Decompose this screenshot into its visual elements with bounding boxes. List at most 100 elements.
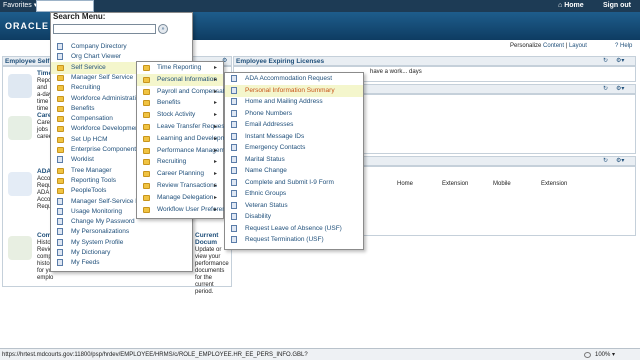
menu-item-label: My Feeds — [71, 259, 100, 267]
personal-info-item-emergency-contacts[interactable]: Emergency Contacts — [225, 142, 363, 154]
self-service-item-manage-delegation[interactable]: Manage Delegation ▸ — [137, 192, 223, 204]
folder-icon — [143, 88, 150, 95]
personalize-links: Personalize Content | Layout — [510, 43, 587, 49]
submenu-arrow-icon: ▸ — [214, 112, 218, 119]
personal-info-item-ada-accommodation-request[interactable]: ADA Accommodation Request — [225, 73, 363, 85]
personalize-layout-link[interactable]: Layout — [569, 43, 587, 49]
personal-info-item-instant-message-ids[interactable]: Instant Message IDs — [225, 131, 363, 143]
self-service-item-review-transactions[interactable]: Review Transactions ▸ — [137, 180, 223, 192]
folder-icon — [143, 159, 150, 166]
folder-icon — [143, 112, 150, 119]
pagelet-options-icon[interactable]: ⚙▾ — [616, 57, 624, 64]
folder-icon — [57, 95, 64, 102]
menu-item-label: Email Addresses — [245, 121, 294, 128]
personal-info-item-personal-information-summary[interactable]: Personal Information Summary — [225, 84, 363, 97]
favorites-menu[interactable]: Favorites ▾ — [3, 0, 37, 12]
personal-info-item-name-change[interactable]: Name Change — [225, 165, 363, 177]
pagelet-options-icon[interactable]: ⚙▾ — [616, 85, 624, 92]
table-header-extension-2: Extension — [541, 181, 568, 187]
self-service-item-stock-activity[interactable]: Stock Activity ▸ — [137, 109, 223, 121]
personal-info-item-disability[interactable]: Disability — [225, 211, 363, 223]
self-service-item-leave-transfer-requests[interactable]: Leave Transfer Requests ▸ — [137, 121, 230, 133]
document-icon — [231, 167, 237, 174]
menu-item-label: Home and Mailing Address — [245, 98, 323, 105]
zoom-icon[interactable] — [584, 352, 591, 358]
document-icon — [231, 121, 237, 128]
menu-item-label: Personal Information Summary — [245, 86, 335, 94]
personal-info-item-ethnic-groups[interactable]: Ethnic Groups — [225, 188, 363, 200]
folder-icon — [57, 64, 64, 71]
submenu-arrow-icon: ▸ — [214, 147, 218, 154]
submenu-arrow-icon: ▸ — [214, 76, 218, 83]
submenu-arrow-icon: ▸ — [214, 124, 218, 130]
career-icon — [8, 116, 32, 140]
submenu-arrow-icon: ▸ — [214, 100, 218, 107]
document-icon — [231, 109, 237, 117]
zoom-level[interactable]: 100% ▾ — [595, 349, 615, 360]
document-icon — [57, 207, 63, 215]
self-service-item-learning-and-development[interactable]: Learning and Development ▸ — [137, 133, 235, 145]
self-service-item-performance-management[interactable]: Performance Management ▸ — [137, 145, 234, 157]
ada-link[interactable]: ADA — [37, 168, 51, 175]
pagelet-title-expiring-licenses: Employee Expiring Licenses — [233, 56, 636, 66]
home-icon: ⌂ — [558, 2, 563, 9]
self-service-item-payroll-and-compensation[interactable]: Payroll and Compensation ▸ — [137, 86, 233, 98]
personalize-content-link[interactable]: Content — [543, 43, 564, 49]
search-menu-input[interactable] — [53, 24, 156, 34]
menu-item-label: Name Change — [245, 167, 287, 174]
personal-info-item-email-addresses[interactable]: Email Addresses — [225, 119, 363, 131]
document-icon — [231, 155, 237, 163]
menu-item-label: Phone Numbers — [245, 109, 292, 117]
folder-icon — [143, 100, 150, 107]
self-service-item-benefits[interactable]: Benefits ▸ — [137, 97, 223, 109]
refresh-icon[interactable]: ↻ — [603, 157, 608, 164]
home-link[interactable]: ⌂ Home — [558, 0, 584, 12]
table-header-home: Home — [397, 181, 414, 187]
personal-info-item-request-leave-of-absence-usf[interactable]: Request Leave of Absence (USF) — [225, 223, 363, 235]
document-icon — [231, 98, 237, 105]
menu-item-label: ADA Accommodation Request — [245, 75, 333, 82]
folder-icon — [143, 135, 150, 142]
menu-item-label: Request Termination (USF) — [245, 236, 324, 243]
refresh-icon[interactable]: ↻ — [603, 85, 608, 92]
personal-info-item-complete-and-submit-i-9-form[interactable]: Complete and Submit I-9 Form — [225, 177, 363, 189]
self-service-item-workflow-user-preferences[interactable]: Workflow User Preferences ▸ — [137, 204, 236, 216]
menu-item-label: Review Transactions — [157, 182, 217, 189]
self-service-item-personal-information[interactable]: Personal Information ▸ — [137, 73, 223, 86]
submenu-arrow-icon: ▸ — [214, 135, 218, 142]
personal-info-item-home-and-mailing-address[interactable]: Home and Mailing Address — [225, 96, 363, 108]
submenu-arrow-icon: ▸ — [214, 88, 218, 95]
menu-item-label: Complete and Submit I-9 Form — [245, 178, 334, 186]
self-service-item-recruiting[interactable]: Recruiting ▸ — [137, 156, 223, 168]
folder-icon — [143, 194, 150, 201]
personal-info-item-veteran-status[interactable]: Veteran Status — [225, 200, 363, 212]
document-icon — [57, 53, 63, 61]
search-go-button[interactable]: » — [158, 24, 168, 34]
menu-item-label: Recruiting — [157, 158, 187, 166]
document-icon — [231, 201, 237, 209]
menu-item-label: Veteran Status — [245, 201, 288, 209]
submenu-arrow-icon: ▸ — [214, 194, 218, 201]
folder-icon — [57, 85, 64, 92]
personal-info-item-marital-status[interactable]: Marital Status — [225, 154, 363, 166]
help-link[interactable]: ? Help — [615, 43, 632, 49]
menu-item-label: Instant Message IDs — [245, 132, 305, 140]
current-documents-link[interactable]: Current Docum — [195, 232, 218, 246]
personal-info-item-request-termination-usf[interactable]: Request Termination (USF) — [225, 234, 363, 246]
menu-item-label: Ethnic Groups — [245, 190, 287, 197]
document-icon — [231, 178, 237, 186]
menu-item-label: Manage Delegation — [157, 193, 214, 201]
folder-icon — [57, 116, 64, 123]
document-icon — [57, 156, 63, 164]
refresh-icon[interactable]: ↻ — [603, 57, 608, 64]
sign-out-link[interactable]: Sign out — [603, 0, 631, 12]
main-menu-button[interactable]: Main Menu ▾ — [36, 0, 94, 12]
personal-info-item-phone-numbers[interactable]: Phone Numbers — [225, 108, 363, 120]
self-service-item-time-reporting[interactable]: Time Reporting ▸ — [137, 62, 223, 74]
main-menu-item-my-feeds[interactable]: My Feeds — [51, 257, 192, 269]
pagelet-options-icon[interactable]: ⚙▾ — [616, 157, 624, 164]
folder-icon — [143, 124, 150, 130]
document-icon — [57, 218, 63, 226]
self-service-item-career-planning[interactable]: Career Planning ▸ — [137, 168, 223, 180]
document-icon — [231, 86, 237, 94]
